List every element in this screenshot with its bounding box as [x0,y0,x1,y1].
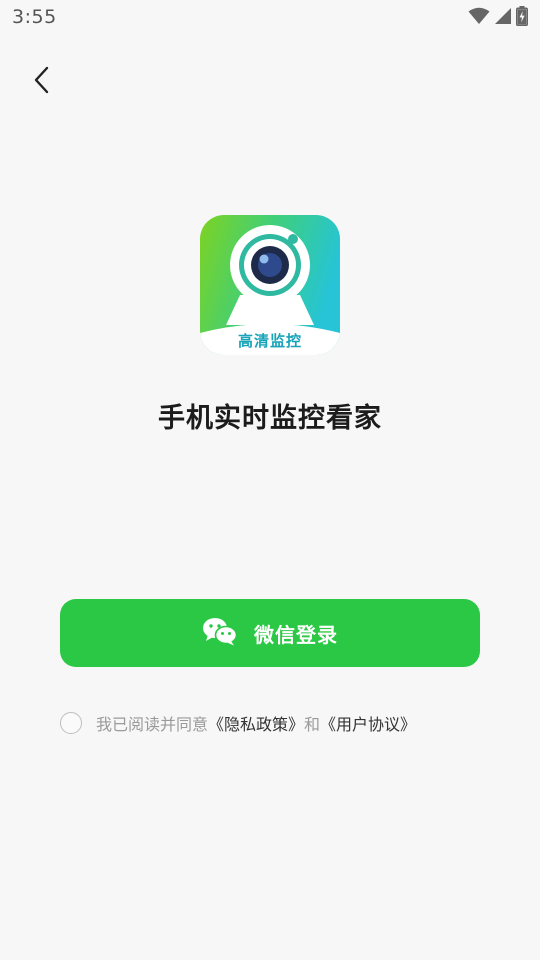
status-time: 3:55 [12,6,57,28]
agreement-row: 我已阅读并同意 《隐私政策》 和 《用户协议》 [60,708,416,738]
back-button[interactable] [22,62,62,102]
app-logo-text: 高清监控 [237,332,302,350]
privacy-policy-link[interactable]: 《隐私政策》 [208,711,304,735]
agreement-prefix: 我已阅读并同意 [96,715,209,734]
agreement-conjunction: 和 [304,715,321,734]
agree-checkbox[interactable] [60,712,82,734]
wechat-login-label: 微信登录 [254,622,338,647]
chevron-left-icon [32,65,52,99]
wifi-icon [468,7,490,29]
status-bar: 3:55 [0,0,540,38]
cell-signal-icon [494,7,512,29]
wechat-icon [202,616,238,650]
status-icons [468,6,528,30]
battery-charging-icon [516,6,528,30]
wechat-login-button[interactable]: 微信登录 [60,599,480,667]
user-agreement-link[interactable]: 《用户协议》 [320,711,416,735]
app-slogan: 手机实时监控看家 [158,403,382,434]
